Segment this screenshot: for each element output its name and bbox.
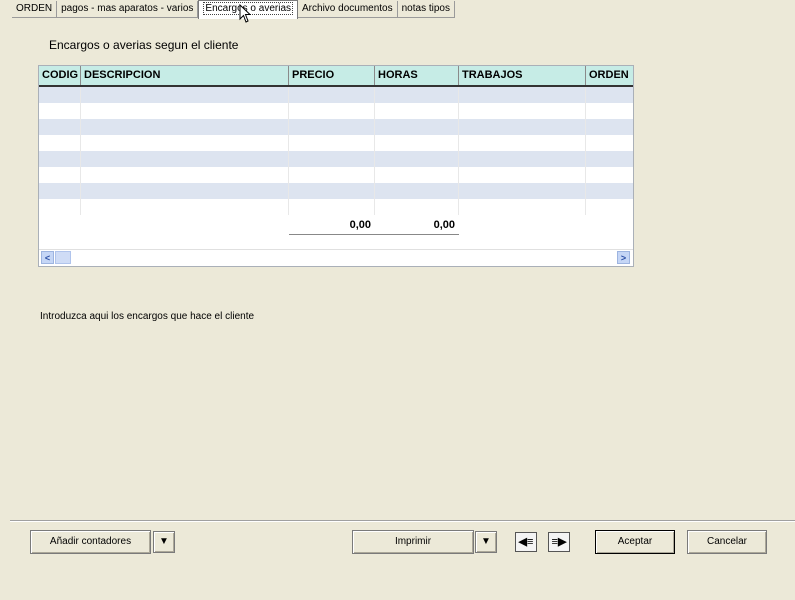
table-cell[interactable] — [81, 199, 289, 215]
table-cell[interactable] — [375, 199, 459, 215]
table-cell[interactable] — [39, 87, 81, 103]
table-row[interactable] — [39, 119, 633, 135]
table-cell[interactable] — [459, 151, 586, 167]
table-cell[interactable] — [459, 103, 586, 119]
tab-archivo-documentos[interactable]: Archivo documentos — [298, 1, 398, 18]
tab-strip: ORDEN pagos - mas aparatos - varios Enca… — [12, 0, 455, 20]
table-cell[interactable] — [459, 199, 586, 215]
tab-pagos[interactable]: pagos - mas aparatos - varios — [57, 1, 199, 18]
encargos-table[interactable]: CODIG DESCRIPCION PRECIO HORAS TRABAJOS … — [38, 65, 634, 267]
table-cell[interactable] — [81, 167, 289, 183]
panel-title: Encargos o averias segun el cliente — [49, 38, 239, 52]
column-header-descripcion[interactable]: DESCRIPCION — [81, 66, 289, 85]
table-cell[interactable] — [289, 87, 375, 103]
table-cell[interactable] — [39, 119, 81, 135]
table-header: CODIG DESCRIPCION PRECIO HORAS TRABAJOS … — [39, 66, 633, 87]
table-cell[interactable] — [289, 135, 375, 151]
column-header-trabajos[interactable]: TRABAJOS — [459, 66, 586, 85]
table-cell[interactable] — [81, 183, 289, 199]
hint-text: Introduzca aqui los encargos que hace el… — [40, 311, 255, 322]
table-row[interactable] — [39, 183, 633, 199]
column-header-orden[interactable]: ORDEN — [586, 66, 633, 85]
table-row[interactable] — [39, 135, 633, 151]
table-cell[interactable] — [586, 87, 633, 103]
table-cell[interactable] — [81, 135, 289, 151]
table-cell[interactable] — [81, 151, 289, 167]
mouse-pointer-icon — [239, 4, 251, 23]
add-counters-dropdown[interactable]: ▼ — [153, 531, 175, 553]
horizontal-scrollbar[interactable]: < > — [39, 249, 633, 266]
table-cell[interactable] — [586, 167, 633, 183]
table-cell[interactable] — [459, 119, 586, 135]
table-row[interactable] — [39, 87, 633, 103]
table-row[interactable] — [39, 167, 633, 183]
total-precio: 0,00 — [289, 216, 375, 235]
table-cell[interactable] — [586, 199, 633, 215]
cancel-button[interactable]: Cancelar — [687, 530, 767, 554]
table-cell[interactable] — [39, 199, 81, 215]
table-cell[interactable] — [289, 183, 375, 199]
column-header-precio[interactable]: PRECIO — [289, 66, 375, 85]
print-button[interactable]: Imprimir — [352, 530, 474, 554]
table-cell[interactable] — [375, 87, 459, 103]
column-header-codig[interactable]: CODIG — [39, 66, 81, 85]
table-cell[interactable] — [375, 103, 459, 119]
previous-record-button[interactable]: ◀≡ — [515, 532, 537, 552]
add-counters-button[interactable]: Añadir contadores — [30, 530, 151, 554]
table-cell[interactable] — [586, 151, 633, 167]
table-cell[interactable] — [586, 103, 633, 119]
bottom-divider — [10, 520, 795, 522]
table-cell[interactable] — [39, 135, 81, 151]
next-record-button[interactable]: ≡▶ — [548, 532, 570, 552]
tab-orden[interactable]: ORDEN — [12, 1, 58, 18]
table-cell[interactable] — [375, 135, 459, 151]
scroll-right-button[interactable]: > — [617, 251, 630, 264]
table-cell[interactable] — [586, 135, 633, 151]
table-cell[interactable] — [81, 87, 289, 103]
next-record-icon: ≡▶ — [551, 536, 567, 548]
table-cell[interactable] — [289, 151, 375, 167]
table-cell[interactable] — [39, 183, 81, 199]
table-cell[interactable] — [289, 199, 375, 215]
previous-record-icon: ◀≡ — [518, 536, 534, 548]
totals-row: 0,00 0,00 — [39, 216, 633, 236]
print-dropdown[interactable]: ▼ — [475, 531, 497, 553]
scroll-thumb[interactable] — [55, 251, 71, 264]
table-cell[interactable] — [375, 151, 459, 167]
table-cell[interactable] — [586, 183, 633, 199]
table-cell[interactable] — [586, 119, 633, 135]
table-cell[interactable] — [289, 103, 375, 119]
scroll-left-button[interactable]: < — [41, 251, 54, 264]
table-cell[interactable] — [39, 167, 81, 183]
table-cell[interactable] — [39, 103, 81, 119]
table-cell[interactable] — [39, 151, 81, 167]
table-cell[interactable] — [459, 135, 586, 151]
chevron-down-icon: ▼ — [481, 536, 491, 547]
table-cell[interactable] — [81, 103, 289, 119]
table-cell[interactable] — [375, 167, 459, 183]
table-row[interactable] — [39, 199, 633, 215]
total-horas: 0,00 — [375, 216, 459, 235]
table-cell[interactable] — [289, 119, 375, 135]
tab-notas-tipos[interactable]: notas tipos — [397, 1, 455, 18]
table-cell[interactable] — [375, 119, 459, 135]
column-header-horas[interactable]: HORAS — [375, 66, 459, 85]
table-cell[interactable] — [289, 167, 375, 183]
table-cell[interactable] — [375, 183, 459, 199]
table-cell[interactable] — [459, 183, 586, 199]
table-cell[interactable] — [81, 119, 289, 135]
chevron-down-icon: ▼ — [159, 536, 169, 547]
table-cell[interactable] — [459, 167, 586, 183]
table-row[interactable] — [39, 151, 633, 167]
table-row[interactable] — [39, 103, 633, 119]
table-cell[interactable] — [459, 87, 586, 103]
accept-button[interactable]: Aceptar — [595, 530, 675, 554]
